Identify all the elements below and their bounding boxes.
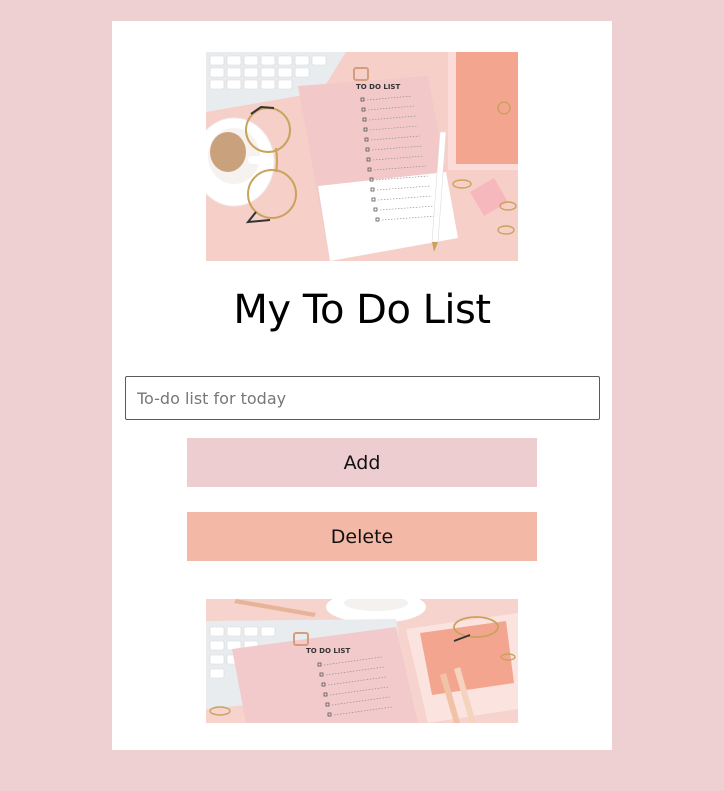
hero-image: TO DO LIST 03.	[206, 52, 518, 261]
svg-text:TO DO LIST: TO DO LIST	[356, 83, 400, 91]
todo-card: TO DO LIST 03. My To Do List To-do list …	[112, 21, 612, 750]
hero-illustration: TO DO LIST 03.	[206, 52, 518, 261]
footer-illustration: TO DO LIST	[206, 599, 518, 723]
svg-text:TO DO LIST: TO DO LIST	[306, 647, 350, 655]
notebook-icon	[448, 52, 518, 170]
add-button[interactable]: Add	[187, 438, 537, 487]
delete-button[interactable]: Delete	[187, 512, 537, 561]
footer-image: TO DO LIST	[206, 599, 518, 723]
svg-text:03.: 03.	[334, 191, 363, 212]
todo-input[interactable]	[125, 376, 600, 420]
page-title: My To Do List	[233, 287, 491, 333]
